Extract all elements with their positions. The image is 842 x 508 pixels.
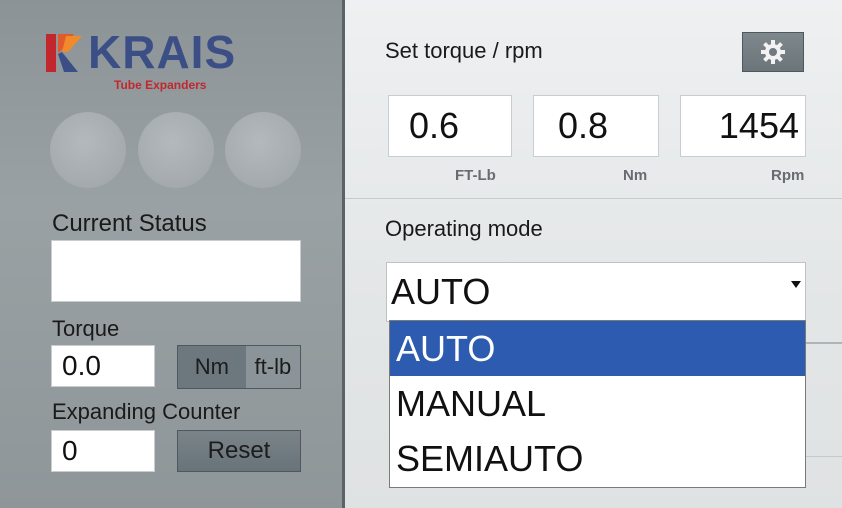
- chevron-down-icon[interactable]: [791, 281, 801, 288]
- settings-button[interactable]: [742, 32, 804, 72]
- mode-option-semiauto[interactable]: SEMIAUTO: [390, 431, 805, 486]
- ftlb-unit-label: FT-Lb: [455, 167, 496, 184]
- mode-option-manual[interactable]: MANUAL: [390, 376, 805, 431]
- torque-value: 0.0: [51, 345, 155, 387]
- mode-option-auto[interactable]: AUTO: [390, 321, 805, 376]
- operating-mode-label: Operating mode: [385, 216, 543, 241]
- set-torque-title: Set torque / rpm: [385, 38, 543, 63]
- background-divider: [806, 342, 842, 344]
- operating-mode-select[interactable]: AUTO: [386, 262, 806, 322]
- unit-nm-button[interactable]: Nm: [178, 346, 246, 388]
- section-divider: [345, 198, 842, 199]
- brand-tagline: Tube Expanders: [114, 78, 207, 92]
- ftlb-input[interactable]: 0.6: [388, 95, 512, 157]
- background-divider: [806, 456, 842, 457]
- indicator-lamp-3: [225, 112, 301, 188]
- gear-icon: [761, 40, 785, 64]
- torque-label: Torque: [52, 316, 120, 341]
- brand-name: KRAIS: [88, 26, 237, 78]
- nm-input[interactable]: 0.8: [533, 95, 659, 157]
- brand-logo: KRAIS Tube Expanders: [44, 26, 244, 96]
- krais-logo-mark-icon: [46, 34, 82, 72]
- indicator-lamp-1: [50, 112, 126, 188]
- unit-ftlb-button[interactable]: ft-lb: [245, 346, 300, 388]
- nm-unit-label: Nm: [623, 167, 648, 184]
- rpm-unit-label: Rpm: [771, 167, 805, 184]
- torque-unit-toggle[interactable]: Nm ft-lb: [177, 345, 301, 389]
- operating-mode-selected: AUTO: [391, 271, 491, 312]
- current-status-field: [51, 240, 301, 302]
- indicator-lamp-2: [138, 112, 214, 188]
- expanding-counter-value: 0: [51, 430, 155, 472]
- reset-button[interactable]: Reset: [177, 430, 301, 472]
- rpm-input[interactable]: 1454: [680, 95, 806, 157]
- expanding-counter-label: Expanding Counter: [52, 399, 241, 424]
- operating-mode-options: AUTO MANUAL SEMIAUTO: [389, 320, 806, 488]
- current-status-label: Current Status: [52, 210, 207, 237]
